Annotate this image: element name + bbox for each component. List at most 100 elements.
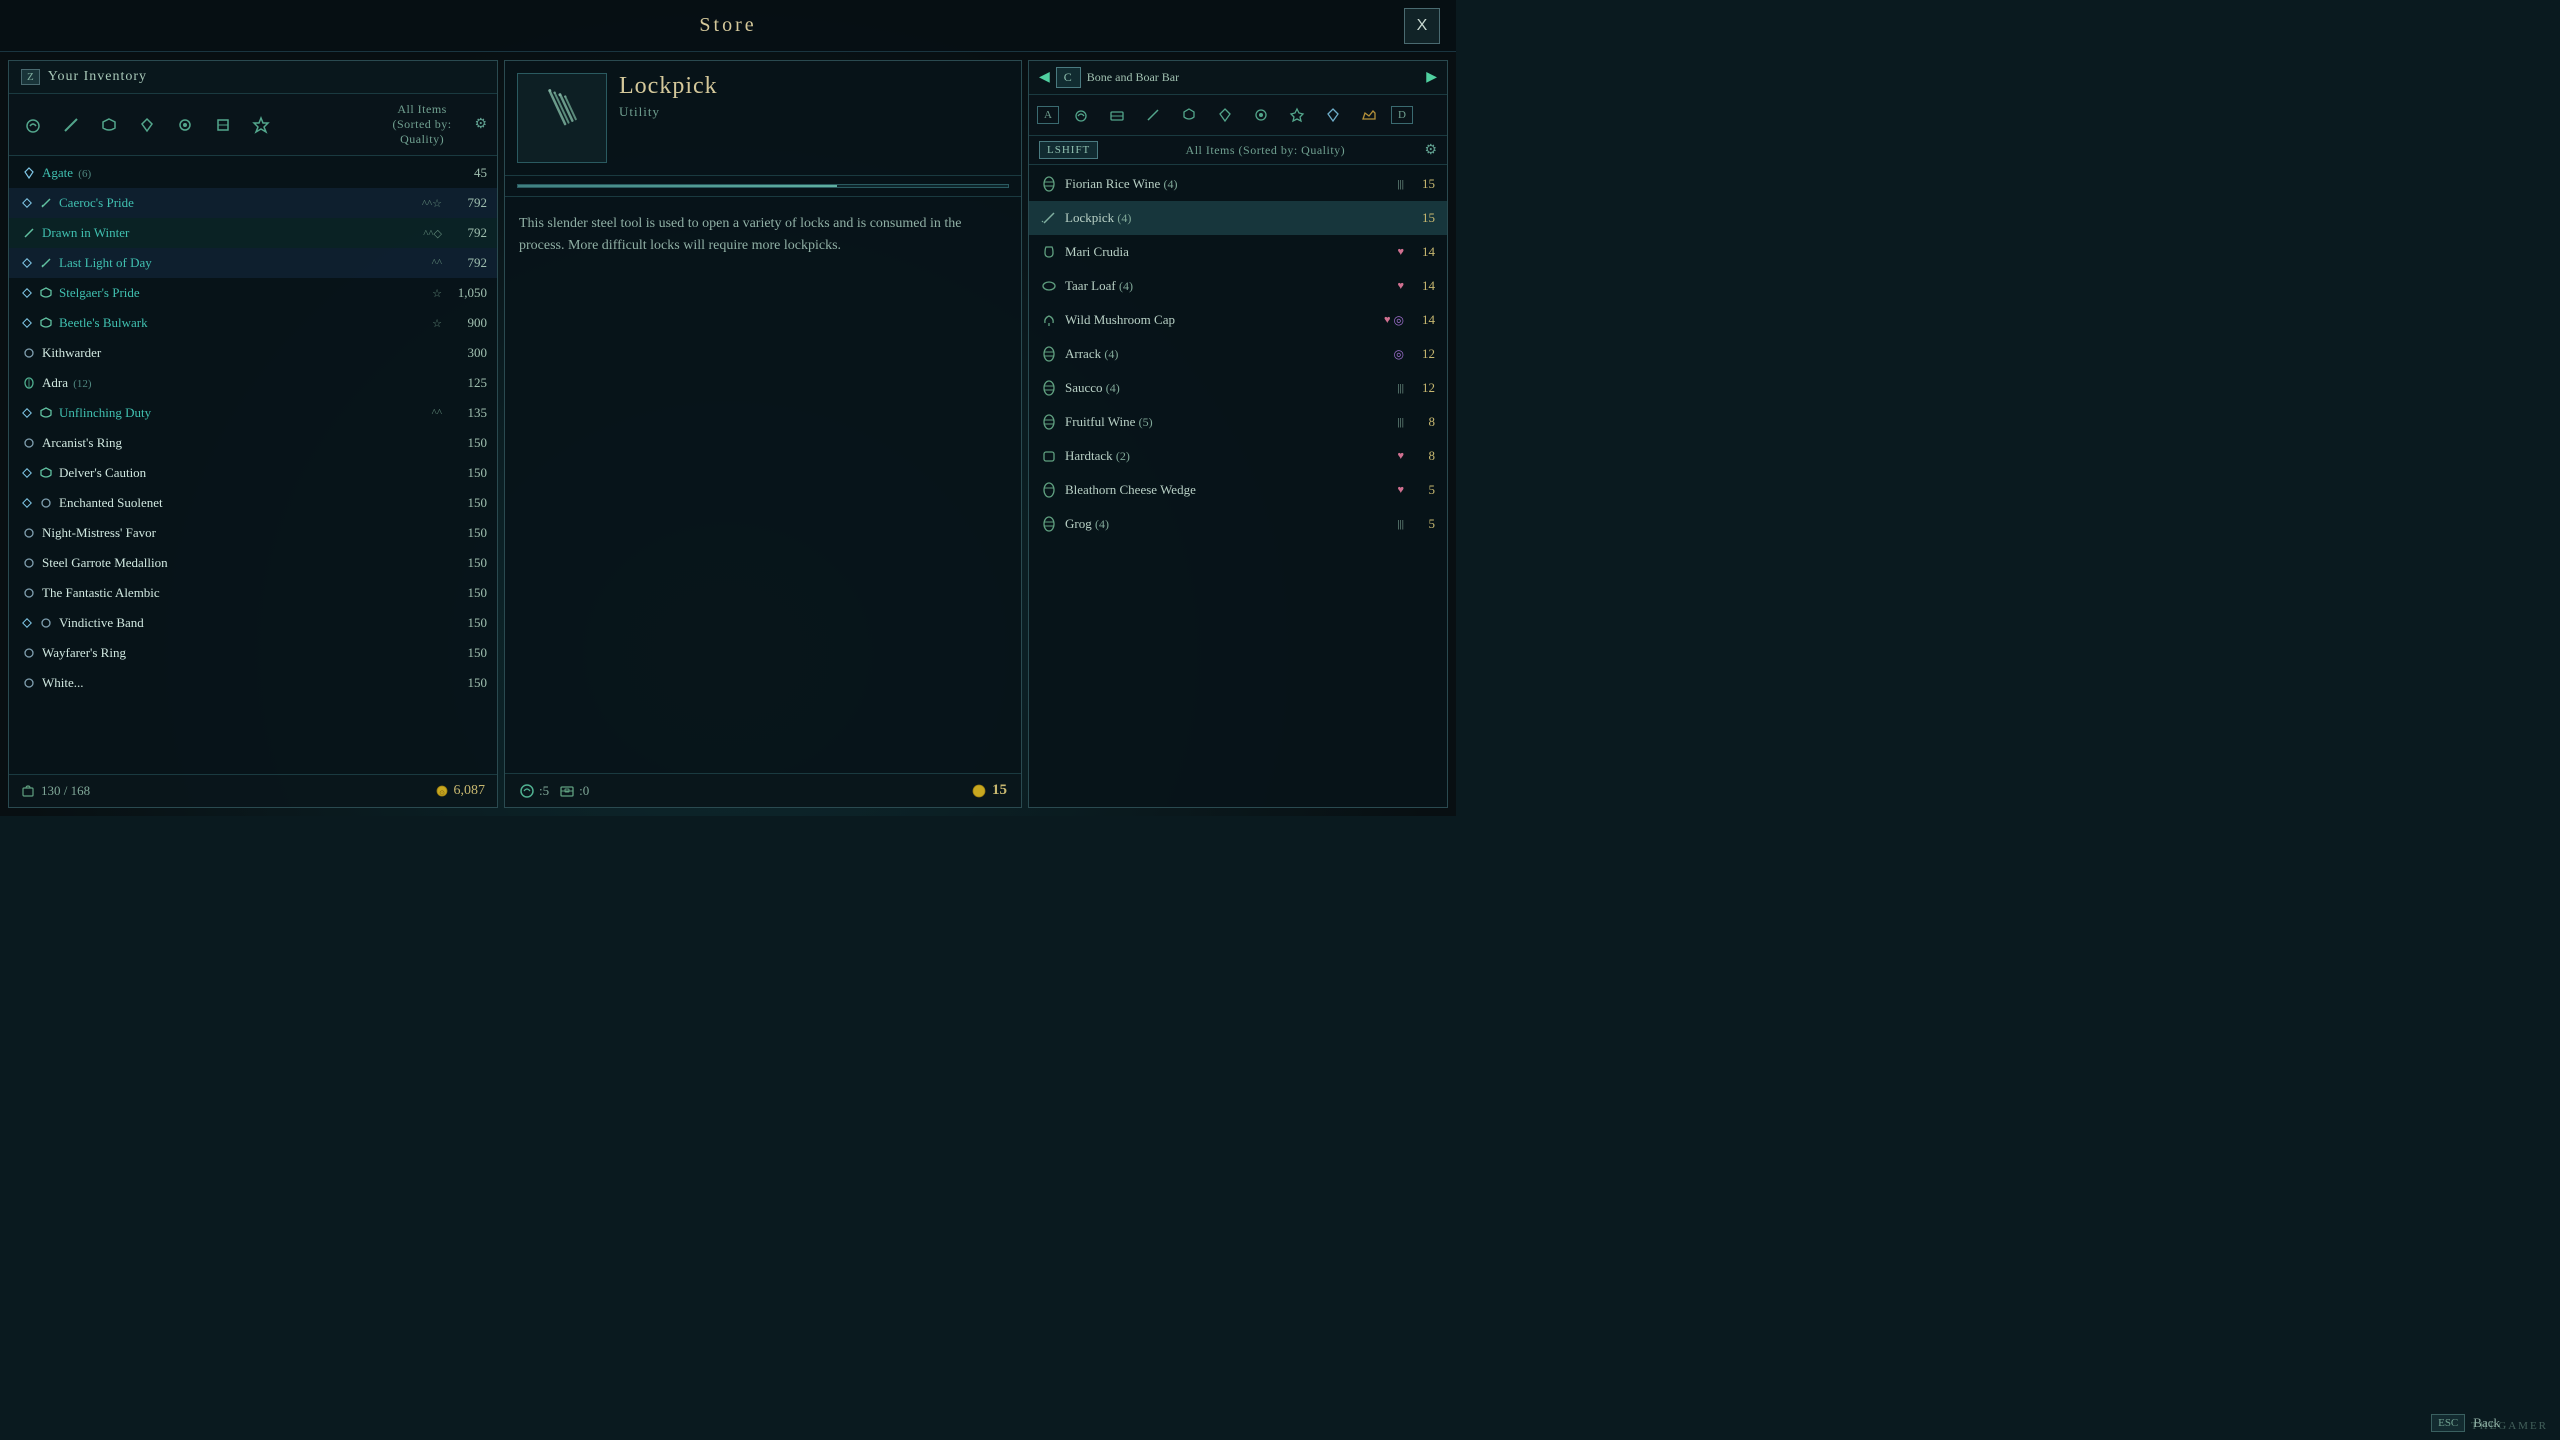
toolbar-icon-bag[interactable] [19,111,47,139]
item-qty-suffix: (6) [78,168,91,180]
right-sort-icon[interactable]: ⚙ [1424,142,1437,159]
item-value: 150 [447,465,487,481]
item-name: The Fantastic Alembic [42,585,442,601]
shop-item-icon-jar [1039,242,1059,262]
shop-item-name: Saucco (4) [1065,380,1391,396]
price-value: 15 [992,782,1007,799]
item-icon-ring4 [38,615,54,631]
item-name: Stelgaer's Pride [59,285,425,301]
list-item[interactable]: Vindictive Band 150 [9,608,497,638]
item-name: Night-Mistress' Favor [42,525,442,541]
item-mods: ^^ [432,407,442,419]
list-item[interactable]: Last Light of Day ^^ 792 [9,248,497,278]
r-toolbar-icon-armor[interactable] [1175,101,1203,129]
item-value: 1,050 [447,285,487,301]
shop-item-modifiers: ♥ [1397,450,1404,462]
shop-list-item[interactable]: Taar Loaf (4) ♥ 14 [1029,269,1447,303]
shop-item-price: 14 [1410,312,1435,328]
item-icon-sword [38,195,54,211]
item-value: 125 [447,375,487,391]
item-icon-shield3 [38,405,54,421]
list-item[interactable]: Wayfarer's Ring 150 [9,638,497,668]
inventory-item-list[interactable]: Agate (6) 45 Caeroc's Pride ^^☆ 792 [9,156,497,774]
r-toolbar-icon-gem[interactable] [1211,101,1239,129]
shop-item-price: 15 [1410,210,1435,226]
item-name: Delver's Caution [59,465,442,481]
list-item[interactable]: The Fantastic Alembic 150 [9,578,497,608]
shop-item-icon-mushroom [1039,310,1059,330]
item-name: Beetle's Bulwark [59,315,425,331]
toolbar-icon-craft[interactable] [209,111,237,139]
shop-list-item[interactable]: Mari Crudia ♥ 14 [1029,235,1447,269]
nav-prev-icon[interactable]: ◀ [1039,69,1050,86]
shop-list-item[interactable]: Bleathorn Cheese Wedge ♥ 5 [1029,473,1447,507]
item-value: 135 [447,405,487,421]
list-item[interactable]: Drawn in Winter ^^◇ 792 [9,218,497,248]
lshift-key-badge[interactable]: LSHIFT [1039,141,1098,159]
item-name: Kithwarder [42,345,442,361]
slots-text: 130 / 168 [41,783,90,799]
list-item[interactable]: Unflinching Duty ^^ 135 [9,398,497,428]
shop-item-modifiers: ♥ [1397,246,1404,258]
shop-item-icon-barrel [1039,174,1059,194]
a-key-badge[interactable]: A [1037,106,1059,124]
z-key-badge[interactable]: Z [21,69,40,85]
list-item[interactable]: White... 150 [9,668,497,698]
item-value: 792 [447,255,487,271]
r-toolbar-icon-consumable[interactable] [1247,101,1275,129]
shop-item-modifiers: ♥ [1397,280,1404,292]
esc-key-badge[interactable]: ESC [2431,1414,2465,1432]
item-value: 150 [447,555,487,571]
r-toolbar-icon-chest[interactable] [1103,101,1131,129]
shop-header: ◀ C Bone and Boar Bar ▶ [1029,61,1447,95]
shop-list-item[interactable]: Wild Mushroom Cap ♥ ◎ 14 [1029,303,1447,337]
toolbar-icon-misc[interactable] [247,111,275,139]
item-icon-ring2 [21,435,37,451]
toolbar-icon-armor[interactable] [95,111,123,139]
r-toolbar-icon-gem2[interactable] [1319,101,1347,129]
r-toolbar-icon-misc2[interactable] [1283,101,1311,129]
shop-item-name: Hardtack (2) [1065,448,1391,464]
center-footer-left: :5 :0 [519,783,589,799]
close-button[interactable]: X [1404,8,1440,44]
shop-list-item[interactable]: Fiorian Rice Wine (4) ||| 15 [1029,167,1447,201]
shop-item-icon-barrel3 [1039,378,1059,398]
list-item[interactable]: Adra (12) 125 [9,368,497,398]
shop-list-item[interactable]: Arrack (4) ◎ 12 [1029,337,1447,371]
list-item[interactable]: Caeroc's Pride ^^☆ 792 [9,188,497,218]
item-diamond-icon [21,317,33,329]
list-item[interactable]: Arcanist's Ring 150 [9,428,497,458]
list-item[interactable]: Kithwarder 300 [9,338,497,368]
shop-item-modifiers: ◎ [1394,347,1404,362]
list-item[interactable]: Agate (6) 45 [9,158,497,188]
list-item[interactable]: Stelgaer's Pride ☆ 1,050 [9,278,497,308]
store-title: Store [699,14,756,37]
shop-list-item[interactable]: Hardtack (2) ♥ 8 [1029,439,1447,473]
c-key-badge[interactable]: C [1056,67,1081,88]
shop-item-modifiers: ♥ ◎ [1384,313,1404,328]
gold-display: ⊙ 6,087 [435,783,486,799]
shop-list-item[interactable]: Grog (4) ||| 5 [1029,507,1447,541]
toolbar-icon-sword[interactable] [57,111,85,139]
toolbar-icon-gem[interactable] [133,111,161,139]
r-toolbar-icon-crown[interactable] [1355,101,1383,129]
item-name: Unflinching Duty [59,405,425,421]
list-item[interactable]: Beetle's Bulwark ☆ 900 [9,308,497,338]
item-diamond-icon [21,287,33,299]
r-toolbar-icon-bag[interactable] [1067,101,1095,129]
shop-list-item[interactable]: Saucco (4) ||| 12 [1029,371,1447,405]
d-key-badge[interactable]: D [1391,106,1413,124]
r-toolbar-icon-sword[interactable] [1139,101,1167,129]
list-item[interactable]: Night-Mistress' Favor 150 [9,518,497,548]
left-sort-icon[interactable]: ⚙ [474,116,487,133]
nav-next-icon[interactable]: ▶ [1426,69,1437,86]
item-name: Adra (12) [42,375,442,391]
item-diamond-icon [21,257,33,269]
toolbar-icon-consumable[interactable] [171,111,199,139]
shop-list-item[interactable]: Fruitful Wine (5) ||| 8 [1029,405,1447,439]
list-item[interactable]: Delver's Caution 150 [9,458,497,488]
list-item[interactable]: Enchanted Suolenet 150 [9,488,497,518]
shop-item-list[interactable]: Fiorian Rice Wine (4) ||| 15 Lockpick (4… [1029,165,1447,807]
shop-list-item[interactable]: Lockpick (4) 15 [1029,201,1447,235]
list-item[interactable]: Steel Garrote Medallion 150 [9,548,497,578]
